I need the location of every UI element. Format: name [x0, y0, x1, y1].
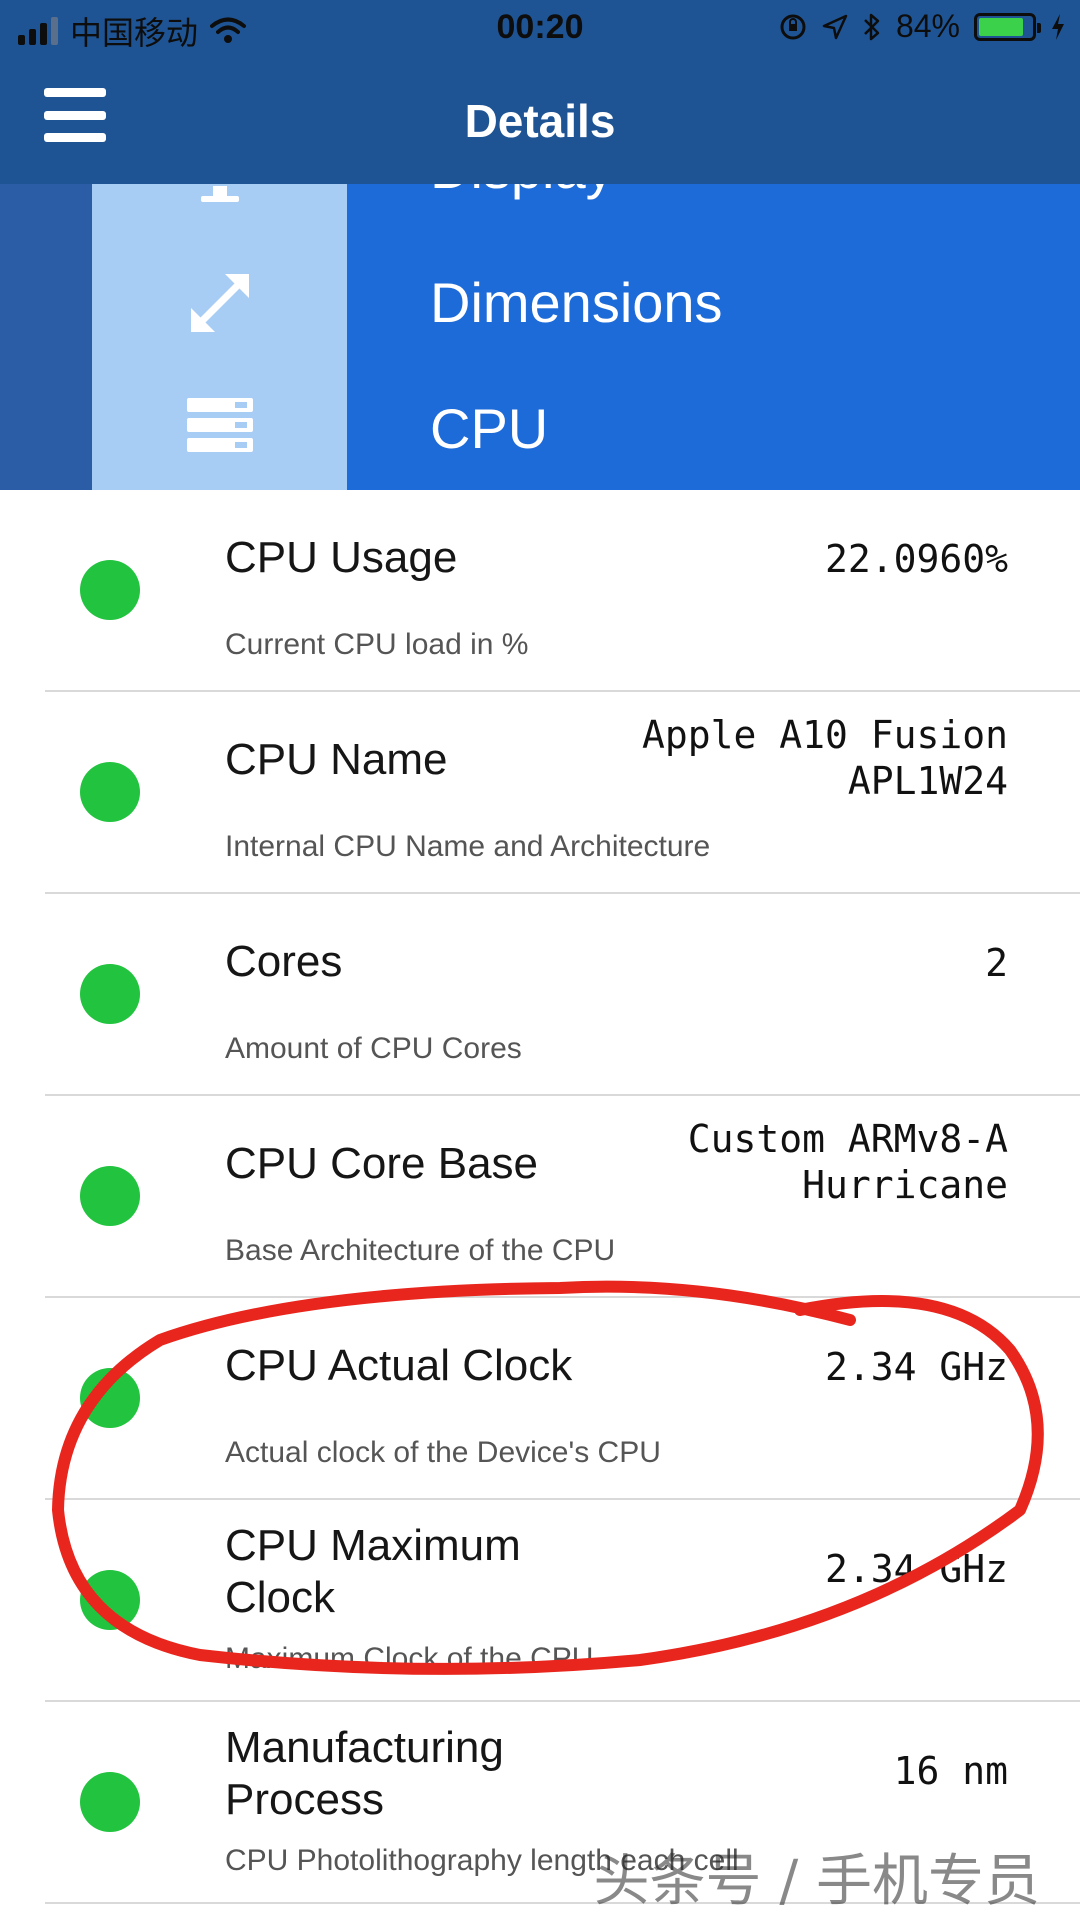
battery-icon — [974, 12, 1041, 41]
item-title: CPU Name — [225, 735, 448, 784]
battery-percent: 84% — [895, 8, 960, 44]
category-label: Display — [430, 184, 614, 201]
menu-icon[interactable] — [44, 88, 106, 142]
list-item-cpu-name: CPU Name Internal CPU Name and Architect… — [0, 692, 1080, 894]
item-value: 22.0960% — [824, 537, 1008, 581]
item-subtitle: Maximum Clock of the CPU — [225, 1642, 594, 1675]
list-item-cpu-usage: CPU Usage Current CPU load in % 22.0960% — [0, 490, 1080, 692]
navigation-bar: Details — [0, 62, 1080, 184]
category-item-dimensions[interactable]: Dimensions — [0, 240, 1080, 366]
location-icon — [822, 14, 848, 39]
resize-arrows-icon — [191, 274, 249, 332]
item-value: 16 nm — [893, 1749, 1008, 1793]
list-item-cpu-actual-clock: CPU Actual Clock Actual clock of the Dev… — [0, 1298, 1080, 1500]
item-title: CPU Actual Clock — [225, 1341, 573, 1390]
item-subtitle: Actual clock of the Device's CPU — [225, 1436, 661, 1469]
item-title: CPU Usage — [225, 533, 458, 582]
status-dot — [80, 1772, 140, 1832]
status-dot — [80, 964, 140, 1024]
watermark-text: 头条号 / 手机专员 — [593, 1849, 1040, 1914]
status-right: 84% — [778, 8, 1066, 45]
item-subtitle: Amount of CPU Cores — [225, 1032, 522, 1065]
category-item-display[interactable]: Display — [0, 184, 1080, 232]
category-label: Dimensions — [430, 271, 723, 334]
status-dot — [80, 762, 140, 822]
list-item-cores: Cores Amount of CPU Cores 2 — [0, 894, 1080, 1096]
status-dot — [80, 1368, 140, 1428]
item-value: Custom ARMv8-A Hurricane — [687, 1117, 1008, 1207]
item-subtitle: Base Architecture of the CPU — [225, 1234, 616, 1267]
category-item-cpu[interactable]: CPU — [0, 366, 1080, 490]
server-icon — [187, 398, 253, 452]
category-menu: Display Dimensions CPU — [0, 184, 1080, 490]
item-value: 2.34 GHz — [824, 1345, 1008, 1389]
item-title: CPU Core Base — [225, 1139, 539, 1188]
status-dot — [80, 1570, 140, 1630]
orientation-lock-icon — [780, 14, 806, 39]
bluetooth-icon — [864, 13, 880, 40]
status-dot — [80, 1166, 140, 1226]
list-item-cpu-core-base: CPU Core Base Base Architecture of the C… — [0, 1096, 1080, 1298]
status-dot — [80, 560, 140, 620]
status-bar: 中国移动 00:20 84% — [0, 0, 1080, 62]
item-value: 2.34 GHz — [824, 1547, 1008, 1591]
monitor-icon — [201, 186, 239, 202]
item-title: Cores — [225, 937, 343, 986]
category-label: CPU — [430, 397, 549, 460]
page-title: Details — [464, 95, 616, 147]
item-title: CPU Maximum Clock — [225, 1521, 521, 1622]
item-subtitle: Current CPU load in % — [225, 628, 529, 661]
list-item-cpu-maximum-clock: CPU Maximum Clock Maximum Clock of the C… — [0, 1500, 1080, 1702]
item-title: Manufacturing Process — [225, 1723, 504, 1824]
item-value: 2 — [985, 941, 1008, 985]
charging-bolt-icon — [1052, 13, 1064, 40]
cpu-detail-list: CPU Usage Current CPU load in % 22.0960%… — [0, 490, 1080, 1904]
item-subtitle: Internal CPU Name and Architecture — [225, 830, 711, 863]
item-value: Apple A10 Fusion APL1W24 — [641, 713, 1008, 803]
